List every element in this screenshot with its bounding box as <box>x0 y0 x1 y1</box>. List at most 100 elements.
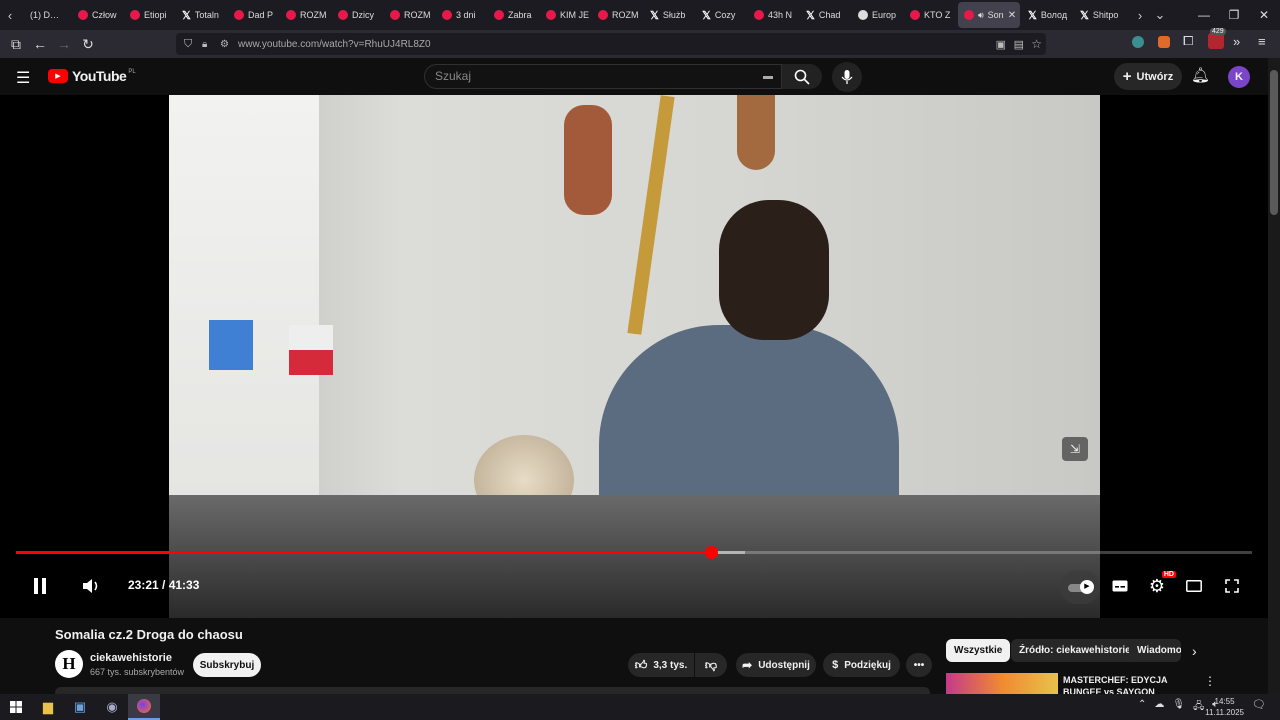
chip-news[interactable]: Wiadomo <box>1129 639 1181 662</box>
like-button[interactable]: 👍︎ 3,3 tys. <box>628 653 694 677</box>
progress-played <box>16 551 711 554</box>
browser-tab[interactable]: 𝕏 Cozy <box>696 0 748 30</box>
search-input[interactable]: Szukaj ▬ <box>424 64 782 89</box>
forward-button[interactable]: → <box>52 32 76 56</box>
page-scrollbar-thumb[interactable] <box>1270 70 1278 215</box>
channel-name[interactable]: ciekawehistorie <box>90 652 172 664</box>
picture-in-picture-icon[interactable]: ▣ <box>996 38 1006 51</box>
url-text[interactable]: www.youtube.com/watch?v=RhuUJ4RL8Z0 <box>238 39 431 50</box>
recommendation-title[interactable]: MASTERCHEF: EDYCJA BUNGEE vs SAYGON <box>1063 674 1191 694</box>
tabs-scroll-right-icon[interactable]: › <box>1130 8 1150 23</box>
browser-tab[interactable]: 𝕏 Służb <box>644 0 696 30</box>
browser-tab[interactable]: 𝕏 Волод <box>1022 0 1074 30</box>
browser-tab[interactable]: 𝕏 Chad <box>800 0 852 30</box>
tab-list-chevron-icon[interactable]: ⌄ <box>1150 7 1170 23</box>
browser-tab[interactable]: Dzicy <box>332 0 384 30</box>
computer-icon[interactable]: ▣ <box>64 694 96 720</box>
create-button[interactable]: + Utwórz <box>1114 63 1182 90</box>
browser-tab[interactable]: Europ <box>852 0 904 30</box>
channel-avatar[interactable]: H <box>55 650 83 678</box>
browser-tab[interactable]: 𝕏 Shitpo <box>1074 0 1126 30</box>
volume-button[interactable] <box>78 572 104 600</box>
restore-icon[interactable]: ❐ <box>1218 0 1250 30</box>
video-frame[interactable] <box>169 95 1100 618</box>
theater-mode-button[interactable] <box>1182 572 1206 600</box>
reader-view-icon[interactable]: ▤ <box>1014 38 1024 51</box>
browser-tab[interactable]: ROZM <box>280 0 332 30</box>
autoplay-toggle[interactable]: ▶ <box>1060 570 1100 604</box>
bookmark-star-icon[interactable]: ☆ <box>1031 37 1042 51</box>
microphone-tray-icon[interactable]: 🎙︎ <box>1172 699 1185 716</box>
network-icon[interactable]: 🖧︎ <box>1193 699 1204 716</box>
permissions-icon[interactable]: ⚙ <box>220 39 229 50</box>
windows-taskbar: ▆ ▣ ◉ <box>0 694 1280 720</box>
reload-button[interactable]: ↻ <box>76 32 100 56</box>
voice-search-button[interactable] <box>832 62 862 92</box>
back-button[interactable]: ← <box>28 32 52 56</box>
browser-tab[interactable]: 🔊︎ Son ✕ <box>958 2 1020 28</box>
browser-tab[interactable]: 43h N <box>748 0 800 30</box>
browser-tab[interactable]: Dad P <box>228 0 280 30</box>
subtitles-button[interactable] <box>1108 572 1132 600</box>
tabs-scroll-left-icon[interactable]: ‹ <box>0 8 20 23</box>
chips-next-chevron-icon[interactable]: › <box>1192 643 1197 659</box>
lock-icon[interactable]: 🔒︎ <box>202 39 207 50</box>
thanks-button[interactable]: $ Podziękuj <box>823 653 900 677</box>
extensions-puzzle-icon[interactable]: ⧠ <box>1183 33 1193 49</box>
recommendation-thumbnail[interactable] <box>946 673 1058 695</box>
cloud-icon[interactable]: ☁ <box>1154 699 1164 716</box>
search-button[interactable] <box>782 64 822 89</box>
progress-scrubber-handle[interactable] <box>704 546 718 559</box>
browser-tab[interactable]: (1) D… <box>20 0 72 30</box>
browser-tab[interactable]: Zabra <box>488 0 540 30</box>
windows-start-icon[interactable] <box>0 694 32 720</box>
browser-tab[interactable]: Człow <box>72 0 124 30</box>
browser-tab[interactable]: 𝕏 Totaln <box>176 0 228 30</box>
keyboard-icon[interactable]: ▬ <box>763 65 773 88</box>
shield-icon[interactable]: ⛉ <box>184 38 192 51</box>
youtube-logo[interactable]: ▶ YouTube PL <box>48 68 136 84</box>
tab-audio-icon[interactable]: 🔊︎ <box>978 10 984 21</box>
hamburger-menu-icon[interactable]: ☰ <box>16 68 30 88</box>
tray-chevron-icon[interactable]: ⌃ <box>1138 699 1146 716</box>
more-horizontal-icon: ••• <box>913 659 925 671</box>
recommendation-menu-icon[interactable]: ⋮ <box>1204 674 1216 688</box>
browser-tab[interactable]: KTO Z <box>904 0 956 30</box>
description-box[interactable] <box>55 687 930 694</box>
minimize-icon[interactable]: — <box>1188 0 1220 30</box>
ublock-icon[interactable]: 429 <box>1208 28 1226 49</box>
notifications-bell-icon[interactable]: 🔔︎ <box>1191 66 1210 84</box>
browser-tab[interactable]: KIM JE <box>540 0 592 30</box>
browser-tab[interactable]: Etiopi <box>124 0 176 30</box>
settings-button[interactable]: ⚙ HD <box>1144 571 1176 600</box>
chip-all[interactable]: Wszystkie <box>946 639 1011 662</box>
fullscreen-button[interactable] <box>1220 572 1244 600</box>
tab-close-icon[interactable]: ✕ <box>1008 10 1016 21</box>
close-window-icon[interactable]: ✕ <box>1248 0 1280 30</box>
tab-overview-icon[interactable]: ⧉ <box>4 32 28 56</box>
video-player[interactable]: ⇲ <box>0 95 1268 618</box>
pause-button[interactable] <box>28 572 52 600</box>
vpn-extension-icon[interactable] <box>1132 36 1144 48</box>
chip-source[interactable]: Źródło: ciekawehistorie <box>1011 639 1139 662</box>
subscribe-button[interactable]: Subskrybuj <box>193 653 261 677</box>
taskbar-clock[interactable]: 14:55 11.11.2025 <box>1205 696 1244 718</box>
browser-tab[interactable]: ROZM <box>592 0 644 30</box>
miniplayer-icon[interactable]: ⇲ <box>1062 437 1088 461</box>
overflow-chevrons-icon[interactable]: » <box>1233 34 1240 49</box>
share-button[interactable]: ➦ Udostępnij <box>736 653 816 677</box>
more-actions-button[interactable]: ••• <box>906 653 932 677</box>
avatar[interactable]: K <box>1228 66 1250 88</box>
notification-center-icon[interactable]: 🗨︎ <box>1252 698 1266 711</box>
video-window-light <box>169 95 319 495</box>
firefox-icon[interactable] <box>128 694 160 720</box>
browser-tab[interactable]: ROZM <box>384 0 436 30</box>
steam-icon[interactable]: ◉ <box>96 694 128 720</box>
fox-extension-icon[interactable] <box>1158 36 1170 48</box>
dislike-button[interactable]: 👎︎ <box>695 653 727 677</box>
app-menu-icon[interactable]: ≡ <box>1258 34 1266 49</box>
url-bar[interactable]: ⛉ 🔒︎ ⚙ www.youtube.com/watch?v=RhuUJ4RL8… <box>176 33 1046 55</box>
browser-tab[interactable]: 3 dni <box>436 0 488 30</box>
file-explorer-icon[interactable]: ▆ <box>32 694 64 720</box>
youtube-icon <box>234 10 244 20</box>
